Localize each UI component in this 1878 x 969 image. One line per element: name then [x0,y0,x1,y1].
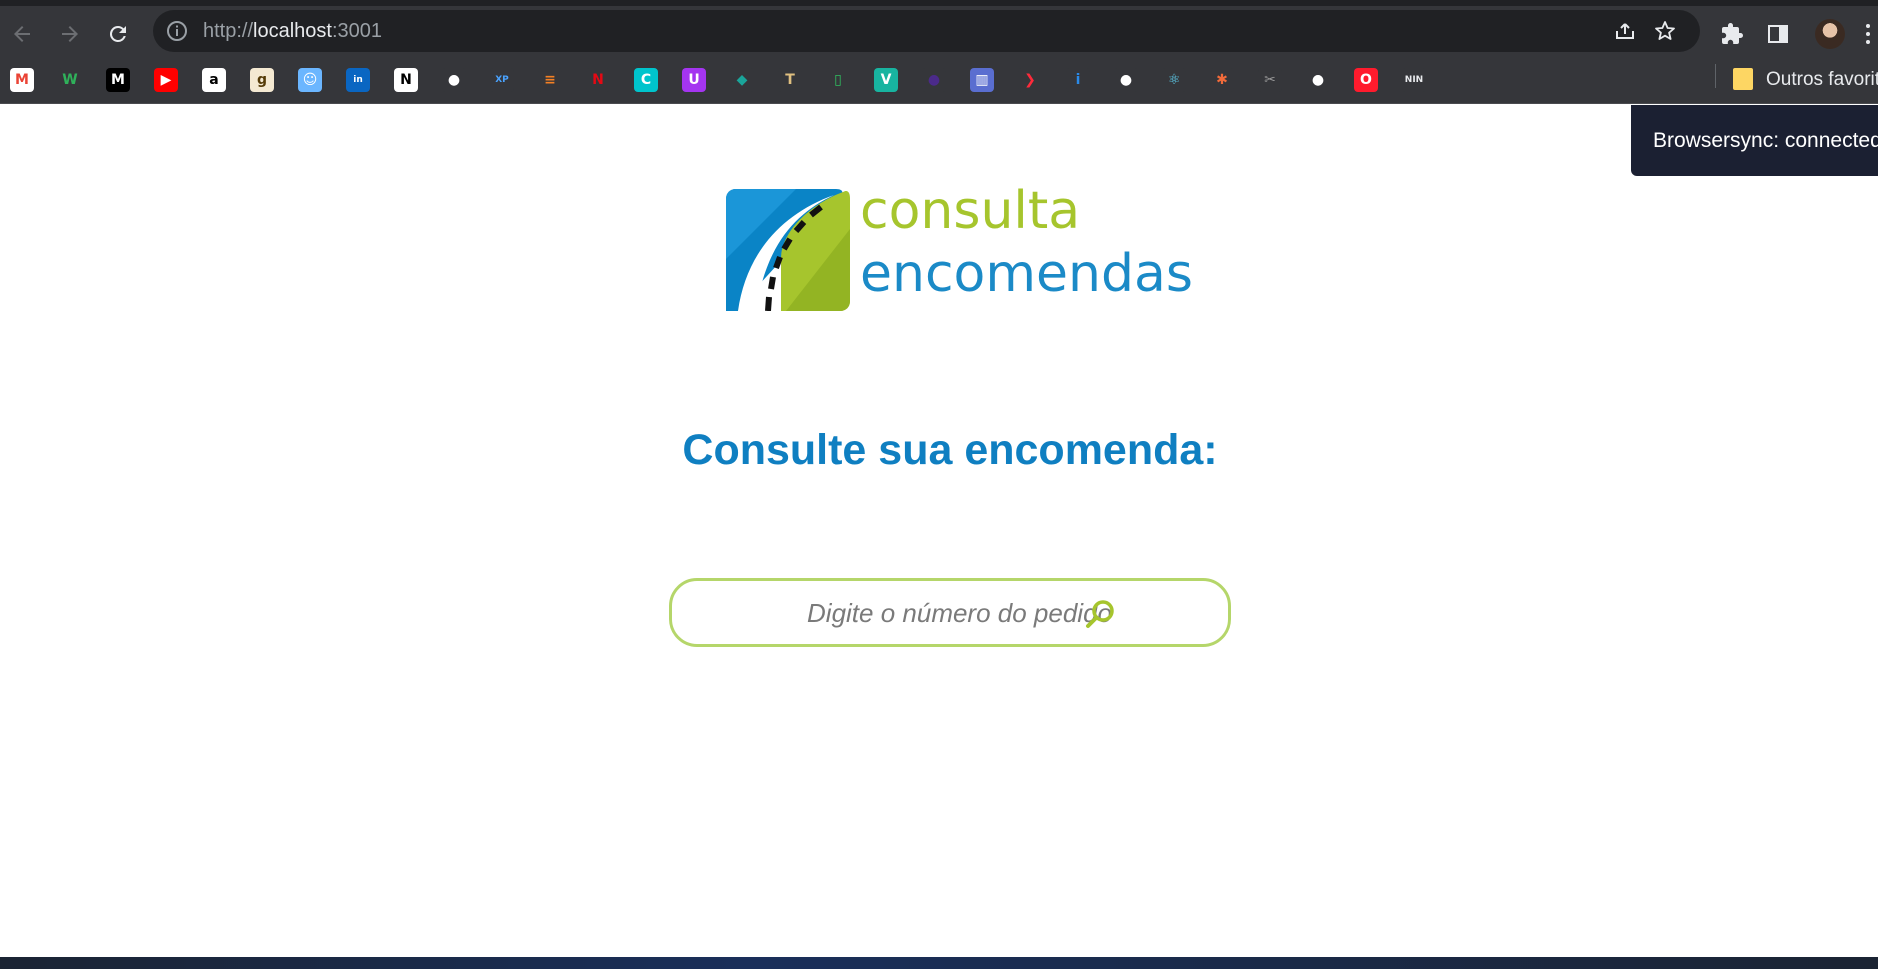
bookmark-face-icon[interactable]: ☺ [298,68,322,92]
bookmark-linkedin-icon[interactable]: in [346,68,370,92]
bookmark-green-doc-icon[interactable]: ▯ [826,68,850,92]
logo-text-encomendas: encomendas [860,244,1193,304]
road-logo-icon [726,189,850,311]
url-text[interactable]: http://localhost:3001 [203,20,382,43]
bookmarks-separator [1715,64,1716,88]
bookmark-amazon-icon[interactable]: a [202,68,226,92]
bookmark-udemy-icon[interactable]: U [682,68,706,92]
bookmark-xp-icon[interactable]: XP [490,68,514,92]
puzzle-icon [1722,23,1743,44]
bookmark-netflix-icon[interactable]: N [586,68,610,92]
search-icon[interactable] [1084,598,1116,630]
bookmark-nin-icon[interactable]: NIN [1402,68,1426,92]
arrow-left-icon [14,26,30,42]
bookmark-goodreads-icon[interactable]: g [250,68,274,92]
bookmark-gmail-icon[interactable]: M [10,68,34,92]
arrow-right-icon [62,26,78,42]
folder-icon [1733,68,1753,90]
side-panel-icon [1768,25,1788,43]
bookmarks-bar: Outros favoritos MWM▶ag☺inN●XP≡NCU◆T▯V●▥… [0,56,1878,104]
info-icon[interactable] [165,19,189,43]
url-scheme: http:// [203,20,254,42]
bookmark-hammer-icon[interactable]: T [778,68,802,92]
extensions-button[interactable] [1714,16,1750,52]
forward-button[interactable] [52,16,88,52]
other-bookmarks-folder[interactable]: Outros favoritos [1766,69,1878,91]
toast-text: Browsersync: connected [1653,129,1878,152]
address-bar[interactable]: http://localhost:3001 [153,10,1700,52]
bookmark-diamond-icon[interactable]: ◆ [730,68,754,92]
bookmark-trello-icon[interactable]: ▥ [970,68,994,92]
star-icon [1655,21,1675,40]
bookmark-red-arrow-icon[interactable]: ❯ [1018,68,1042,92]
bookmark-vue-icon[interactable]: V [874,68,898,92]
share-icon [1616,23,1634,39]
bookmark-youtube-icon[interactable]: ▶ [154,68,178,92]
order-search-box[interactable] [669,578,1231,647]
bookmark-github-2-icon[interactable]: ● [1114,68,1138,92]
url-port: :3001 [331,20,383,42]
profile-avatar[interactable] [1815,19,1845,49]
bookmark-notion-icon[interactable]: N [394,68,418,92]
bookmark-info-icon[interactable]: i [1066,68,1090,92]
order-number-input[interactable] [692,593,1112,633]
bookmark-react-icon[interactable]: ⚛ [1162,68,1186,92]
bookmark-opera-icon[interactable]: O [1354,68,1378,92]
bookmark-medium-icon[interactable]: M [106,68,130,92]
bookmark-wakatime-icon[interactable]: W [58,68,82,92]
browsersync-toast: Browsersync: connected [1631,105,1878,176]
back-button[interactable] [4,16,40,52]
logo-text-consulta: consulta [860,181,1081,241]
bookmark-asterisk-icon[interactable]: ✱ [1210,68,1234,92]
page-title: Consulte sua encomenda: [682,426,1218,474]
bookmark-star-button[interactable] [1651,17,1679,45]
browser-toolbar: http://localhost:3001 [0,0,1878,56]
bookmark-canva-icon[interactable]: C [634,68,658,92]
bookmark-tools-icon[interactable]: ✂ [1258,68,1282,92]
brand-logo: consulta encomendas [726,181,1193,313]
share-button[interactable] [1611,17,1639,45]
reload-icon [109,25,126,42]
more-menu-icon[interactable] [1866,24,1872,46]
bookmark-github-icon[interactable]: ● [442,68,466,92]
bookmark-purple-circle-icon[interactable]: ● [922,68,946,92]
bookmark-github-3-icon[interactable]: ● [1306,68,1330,92]
os-taskbar [0,957,1878,969]
side-panel-button[interactable] [1760,16,1796,52]
bookmark-stackoverflow-icon[interactable]: ≡ [538,68,562,92]
reload-button[interactable] [100,16,136,52]
url-host: localhost [253,20,332,42]
